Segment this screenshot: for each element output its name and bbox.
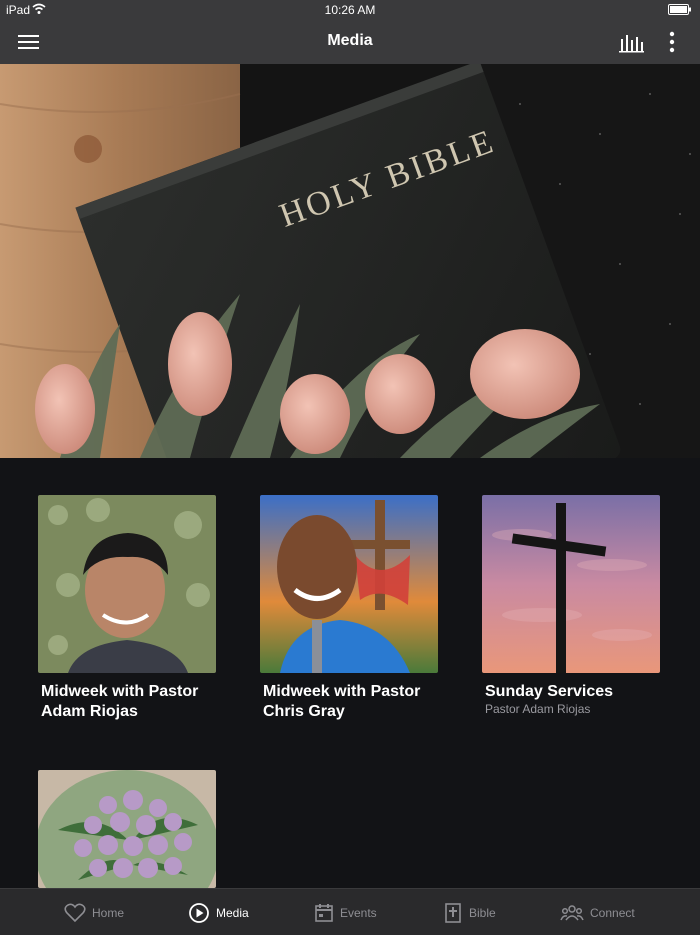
heart-icon <box>64 903 86 923</box>
media-title: Midweek with Pastor Adam Riojas <box>41 683 199 720</box>
tab-bible[interactable]: Bible <box>443 901 496 925</box>
status-time: 10:26 AM <box>324 3 376 17</box>
tab-label: Media <box>216 906 249 920</box>
app-header: Media <box>0 20 700 64</box>
media-thumbnail-adam-riojas <box>38 495 216 673</box>
battery-icon <box>668 4 691 15</box>
media-thumbnail-chris-gray <box>260 495 438 673</box>
more-options-icon[interactable] <box>664 30 680 54</box>
play-circle-icon <box>189 903 209 923</box>
tab-label: Home <box>92 906 125 920</box>
media-subtitle: Pastor Adam Riojas <box>485 702 591 716</box>
tab-home[interactable]: Home <box>64 901 124 925</box>
media-title: Sunday Services <box>485 683 614 700</box>
media-card-sunday-services[interactable]: Sunday Services Pastor Adam Riojas <box>482 495 662 716</box>
tab-media[interactable]: Media <box>188 901 249 925</box>
media-title: Midweek with Pastor Chris Gray <box>263 683 421 720</box>
tab-events[interactable]: Events <box>314 901 377 925</box>
status-bar: iPad 10:26 AM <box>0 0 700 20</box>
hero-banner-image: HOLY BIBLE <box>0 64 700 458</box>
tab-label: Events <box>340 906 377 920</box>
calendar-icon <box>315 904 333 922</box>
tab-bar: Home Media Events Bible Connect <box>0 888 700 935</box>
media-card-midweek-adam[interactable]: Midweek with Pastor Adam Riojas <box>38 495 218 722</box>
tab-label: Connect <box>590 906 635 920</box>
media-card-tulips[interactable] <box>38 770 218 888</box>
tab-label: Bible <box>469 906 496 920</box>
people-icon <box>560 905 584 921</box>
media-thumbnail-cross <box>482 495 660 673</box>
tab-connect[interactable]: Connect <box>560 901 635 925</box>
media-thumbnail-tulips <box>38 770 216 888</box>
bible-icon <box>445 903 461 923</box>
page-title: Media <box>327 32 373 49</box>
audio-levels-icon[interactable] <box>618 31 644 53</box>
media-card-midweek-chris[interactable]: Midweek with Pastor Chris Gray <box>260 495 440 722</box>
